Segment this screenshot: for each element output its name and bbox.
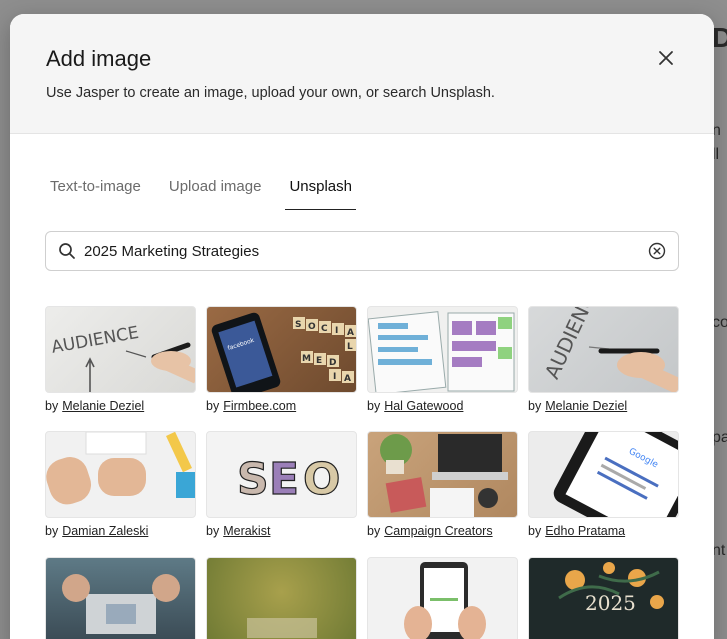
image-thumbnail[interactable] xyxy=(367,306,518,393)
photo-credit: by Melanie Deziel xyxy=(45,399,196,413)
image-thumbnail[interactable]: AUDIENCE xyxy=(528,306,679,393)
credit-prefix: by xyxy=(45,399,59,413)
credit-prefix: by xyxy=(206,524,220,538)
image-result[interactable] xyxy=(206,557,357,639)
credit-prefix: by xyxy=(45,524,59,538)
author-link[interactable]: Melanie Deziel xyxy=(62,399,144,413)
wireframe-sketches-image xyxy=(368,311,515,392)
image-result[interactable]: by Hal Gatewood xyxy=(367,306,518,413)
grass-field-image xyxy=(247,618,317,638)
credit-prefix: by xyxy=(528,399,542,413)
photo-credit: by Merakist xyxy=(206,524,357,538)
modal-subtitle: Use Jasper to create an image, upload yo… xyxy=(46,85,495,101)
image-result[interactable]: by Campaign Creators xyxy=(367,431,518,538)
close-button[interactable] xyxy=(654,46,678,70)
author-link[interactable]: Damian Zaleski xyxy=(62,524,148,538)
image-result[interactable]: AUDIENCE by Melanie Deziel xyxy=(45,306,196,413)
image-thumbnail[interactable]: Google xyxy=(528,431,679,518)
google-phone-image: Google xyxy=(553,432,678,517)
image-text: S xyxy=(295,320,301,330)
author-link[interactable]: Edho Pratama xyxy=(545,524,625,538)
tab-text-to-image[interactable]: Text-to-image xyxy=(46,172,145,210)
search-icon xyxy=(59,243,75,259)
image-text: I xyxy=(333,372,336,382)
photo-credit: by Firmbee.com xyxy=(206,399,357,413)
image-text: D xyxy=(329,358,336,368)
audience-whiteboard-image: AUDIENCE xyxy=(540,307,678,392)
desk-keyboard-image xyxy=(46,432,195,505)
image-thumbnail[interactable]: facebook S O C I A L M E D I A xyxy=(206,306,357,393)
close-icon xyxy=(659,51,673,65)
author-link[interactable]: Melanie Deziel xyxy=(545,399,627,413)
image-thumbnail[interactable] xyxy=(45,557,196,639)
seo-letters-image: S E O xyxy=(236,453,341,505)
audience-whiteboard-image: AUDIENCE xyxy=(50,323,195,392)
image-result[interactable]: 2025 xyxy=(528,557,679,639)
search-box xyxy=(45,231,679,271)
modal-header: Add image Use Jasper to create an image,… xyxy=(10,14,714,134)
image-result[interactable]: by Damian Zaleski xyxy=(45,431,196,538)
image-text: E xyxy=(269,454,299,505)
image-text: M xyxy=(302,354,311,364)
image-text: O xyxy=(308,322,316,332)
credit-prefix: by xyxy=(367,399,381,413)
image-thumbnail[interactable]: 2025 xyxy=(528,557,679,639)
tab-upload-image[interactable]: Upload image xyxy=(165,172,266,210)
image-text: 2025 xyxy=(585,591,636,615)
image-text: E xyxy=(316,356,322,366)
tab-unsplash[interactable]: Unsplash xyxy=(285,172,356,210)
image-text: O xyxy=(303,454,340,505)
clear-circle-icon[interactable] xyxy=(648,242,666,260)
image-result[interactable]: S E O by Merakist xyxy=(206,431,357,538)
image-result[interactable]: Google by Edho Pratama xyxy=(528,431,679,538)
author-link[interactable]: Merakist xyxy=(223,524,270,538)
modal-title: Add image xyxy=(46,46,152,71)
photo-credit: by Hal Gatewood xyxy=(367,399,518,413)
image-thumbnail[interactable]: AUDIENCE xyxy=(45,306,196,393)
image-thumbnail[interactable] xyxy=(45,431,196,518)
image-result[interactable]: facebook S O C I A L M E D I A by Firmbe… xyxy=(206,306,357,413)
author-link[interactable]: Firmbee.com xyxy=(223,399,296,413)
image-thumbnail[interactable] xyxy=(367,557,518,639)
photo-credit: by Edho Pratama xyxy=(528,524,679,538)
image-text: A xyxy=(344,374,351,384)
social-media-phone-image: facebook S O C I A L M E D I A xyxy=(211,312,356,392)
tablet-hands-image xyxy=(404,562,486,639)
add-image-modal: Add image Use Jasper to create an image,… xyxy=(10,14,714,639)
image-result[interactable] xyxy=(45,557,196,639)
photo-credit: by Campaign Creators xyxy=(367,524,518,538)
image-text: AUDIENCE xyxy=(540,307,606,382)
credit-prefix: by xyxy=(206,399,220,413)
image-text: I xyxy=(335,326,338,336)
image-text: A xyxy=(347,328,354,338)
image-text: C xyxy=(321,324,328,334)
image-text: S xyxy=(237,454,269,505)
author-link[interactable]: Campaign Creators xyxy=(384,524,492,538)
image-result[interactable] xyxy=(367,557,518,639)
photo-credit: by Damian Zaleski xyxy=(45,524,196,538)
search-input[interactable] xyxy=(84,242,648,260)
image-result[interactable]: AUDIENCE by Melanie Deziel xyxy=(528,306,679,413)
2025-flowers-image: 2025 xyxy=(558,562,664,615)
image-thumbnail[interactable] xyxy=(367,431,518,518)
image-thumbnail[interactable] xyxy=(206,557,357,639)
image-thumbnail[interactable]: S E O xyxy=(206,431,357,518)
image-text: AUDIENCE xyxy=(50,323,140,358)
author-link[interactable]: Hal Gatewood xyxy=(384,399,463,413)
credit-prefix: by xyxy=(367,524,381,538)
credit-prefix: by xyxy=(528,524,542,538)
image-text: L xyxy=(347,342,353,352)
image-source-tabs: Text-to-image Upload image Unsplash xyxy=(46,172,376,210)
workspace-laptop-image xyxy=(380,434,508,517)
team-laptops-image xyxy=(62,574,180,634)
photo-credit: by Melanie Deziel xyxy=(528,399,679,413)
